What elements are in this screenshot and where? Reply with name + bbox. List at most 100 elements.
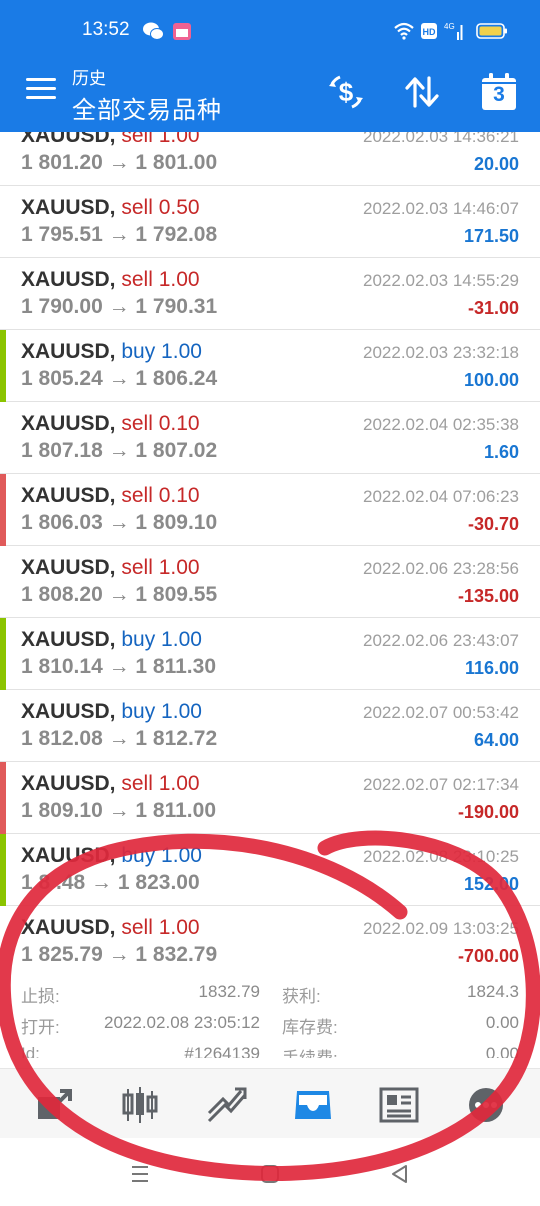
trade-profit: -31.00	[467, 298, 519, 318]
trade-side-volume: sell 1.00	[121, 772, 200, 795]
trade-status-bar	[0, 690, 6, 762]
order-id-value: #1264139	[184, 1044, 260, 1058]
trade-symbol: XAUUSD, buy 1.00	[21, 844, 202, 868]
trade-row[interactable]: XAUUSD, sell 1.00 1 809.10 → 1 811.00 2022…	[0, 762, 540, 834]
swap-value: 0.00	[485, 1013, 519, 1032]
trade-row[interactable]: XAUUSD, buy 1.00 1 805.24 → 1 806.24 2022.…	[0, 330, 540, 402]
trade-side-volume: sell 1.00	[121, 268, 200, 291]
trade-prices: 1 812.08 → 1 812.72	[21, 727, 218, 750]
trade-status-bar	[0, 186, 6, 258]
sort-icon[interactable]	[402, 72, 442, 112]
trade-symbol: XAUUSD, sell 1.00	[21, 916, 200, 940]
symbol-name: XAUUSD,	[21, 340, 116, 363]
svg-text:$: $	[339, 77, 354, 107]
trade-details: 止损: 1832.79 获利: 1824.3 打开: 2022.02.08 23:05:1…	[0, 978, 540, 1058]
open-time-value: 2022.02.08 23:05:12	[104, 1013, 260, 1032]
recents-menu-icon[interactable]	[128, 1162, 152, 1186]
take-profit-label: 获利:	[282, 987, 321, 1006]
page-subtitle: 历史	[72, 69, 106, 88]
trade-time: 2022.02.07 02:17:34	[363, 775, 519, 794]
trade-row[interactable]: XAUUSD, buy 1.00 1 810.14 → 1 811.30 2022.…	[0, 618, 540, 690]
stop-loss-label: 止损:	[21, 987, 60, 1006]
bottom-navigation	[0, 1068, 540, 1138]
trade-row[interactable]: XAUUSD, sell 1.00 1 808.20 → 1 809.55 2022…	[0, 546, 540, 618]
trade-row[interactable]: XAUUSD, sell 0.10 1 806.03 → 1 809.10 2022…	[0, 474, 540, 546]
trade-profit: -135.00	[457, 586, 519, 606]
trade-time: 2022.02.04 02:35:38	[363, 415, 519, 434]
calendar-day: 3	[493, 83, 505, 106]
app-bar: 历史 全部交易品种 $ 3	[0, 60, 540, 132]
battery-icon	[476, 23, 507, 39]
trade-side-volume: buy 1.00	[121, 844, 202, 867]
home-icon[interactable]	[258, 1162, 282, 1186]
trade-prices: 1 807.18 → 1 807.02	[21, 439, 218, 462]
top-bar: 13:52 HD 4G 历史 全部交易品种 $ 3	[0, 0, 540, 132]
wechat-icon	[143, 22, 164, 40]
trade-side-volume: buy 1.00	[121, 340, 202, 363]
trade-status-bar	[0, 132, 6, 186]
trade-row[interactable]: XAUUSD, buy 1.00 1 812.08 → 1 812.72 2022.…	[0, 690, 540, 762]
system-navigation-bar	[0, 1138, 540, 1206]
trade-prices: 1 825.79 → 1 832.79	[21, 943, 218, 966]
trade-time: 2022.02.07 00:53:42	[363, 703, 519, 722]
trade-profit: -190.00	[457, 802, 519, 822]
trade-side-volume: sell 0.50	[121, 196, 200, 219]
trade-prices: 1 806.03 → 1 809.10	[21, 511, 218, 534]
trade-status-bar	[0, 834, 6, 906]
trade-row[interactable]: XAUUSD, sell 1.00 1 801.20 → 1 801.00 2022…	[0, 132, 540, 186]
trade-row[interactable]: XAUUSD, sell 0.10 1 807.18 → 1 807.02 2022…	[0, 402, 540, 474]
calendar-icon[interactable]: 3	[480, 72, 518, 112]
stop-loss-value: 1832.79	[198, 982, 260, 1001]
trade-row[interactable]: XAUUSD, sell 1.00 1 790.00 → 1 790.31 2022…	[0, 258, 540, 330]
open-time-label: 打开:	[21, 1018, 60, 1037]
status-bar: 13:52 HD 4G	[0, 0, 540, 60]
news-icon[interactable]	[377, 1083, 421, 1127]
trade-status-bar	[0, 762, 6, 834]
trade-prices: 1 810.14 → 1 811.30	[21, 655, 216, 678]
currency-exchange-icon[interactable]: $	[326, 72, 366, 112]
trade-status-bar	[0, 330, 6, 402]
trade-side-volume: buy 1.00	[121, 700, 202, 723]
trade-symbol: XAUUSD, buy 1.00	[21, 700, 202, 724]
history-inbox-icon[interactable]	[291, 1083, 335, 1127]
trade-time: 2022.02.03 23:32:18	[363, 343, 519, 362]
symbol-name: XAUUSD,	[21, 772, 116, 795]
trade-profit: 1.60	[483, 442, 519, 462]
symbol-name: XAUUSD,	[21, 196, 116, 219]
trade-side-volume: buy 1.00	[121, 628, 202, 651]
back-icon[interactable]	[388, 1162, 412, 1186]
chart-candles-icon[interactable]	[118, 1083, 162, 1127]
trade-row[interactable]: XAUUSD, buy 1.00 1 8 .48 → 1 823.00 2022.0…	[0, 834, 540, 906]
trade-symbol: XAUUSD, buy 1.00	[21, 340, 202, 364]
trade-history-icon[interactable]	[205, 1083, 249, 1127]
trade-prices: 1 790.00 → 1 790.31	[21, 295, 218, 318]
symbol-name: XAUUSD,	[21, 628, 116, 651]
trade-profit: -700.00	[457, 946, 519, 966]
trade-status-bar	[0, 618, 6, 690]
trade-time: 2022.02.03 14:46:07	[363, 199, 519, 218]
hd-icon: HD	[421, 23, 437, 39]
trade-time: 2022.02.03 14:55:29	[363, 271, 519, 290]
trade-status-bar	[0, 402, 6, 474]
trade-status-bar	[0, 906, 6, 978]
shop-app-icon	[173, 23, 191, 40]
symbol-name: XAUUSD,	[21, 132, 116, 147]
symbol-filter-title[interactable]: 全部交易品种	[72, 90, 222, 125]
trade-side-volume: sell 1.00	[121, 132, 200, 147]
trade-prices: 1 805.24 → 1 806.24	[21, 367, 218, 390]
trade-status-bar	[0, 474, 6, 546]
trade-row[interactable]: XAUUSD, sell 0.50 1 795.51 → 1 792.08 2022…	[0, 186, 540, 258]
trade-row[interactable]: XAUUSD, sell 1.00 1 825.79 → 1 832.79 2022…	[0, 906, 540, 1058]
trade-symbol: XAUUSD, sell 0.50	[21, 196, 200, 220]
trade-symbol: XAUUSD, sell 1.00	[21, 268, 200, 292]
symbol-name: XAUUSD,	[21, 268, 116, 291]
signal-4g-icon: 4G	[444, 22, 463, 40]
commission-label: 手续费:	[282, 1044, 338, 1058]
menu-icon[interactable]	[26, 78, 58, 102]
take-profit-value: 1824.3	[467, 982, 519, 1001]
trade-icon[interactable]	[34, 1083, 78, 1127]
symbol-name: XAUUSD,	[21, 412, 116, 435]
trade-profit: 100.00	[463, 370, 519, 390]
trade-history-list[interactable]: XAUUSD, sell 1.00 1 801.20 → 1 801.00 2022…	[0, 132, 540, 1058]
chat-icon[interactable]	[464, 1083, 508, 1127]
